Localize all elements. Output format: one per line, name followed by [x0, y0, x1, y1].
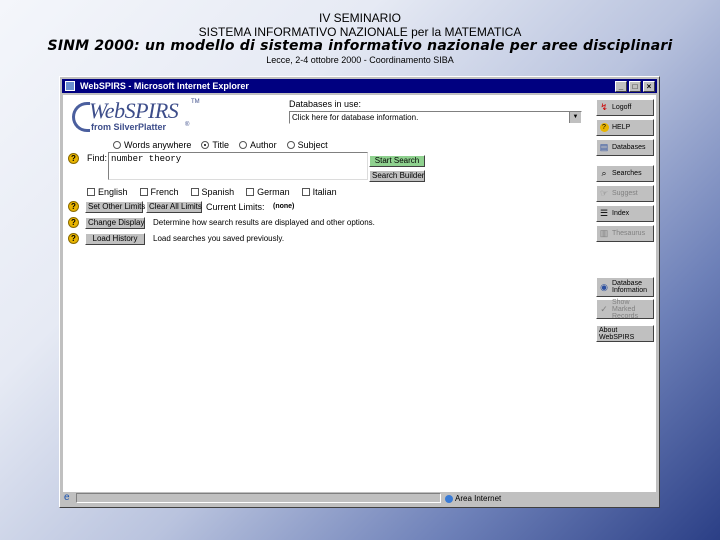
- maximize-button[interactable]: □: [629, 81, 641, 92]
- radio-author[interactable]: Author: [239, 140, 277, 150]
- close-button[interactable]: ×: [643, 81, 655, 92]
- language-limits: English French Spanish German Italian: [87, 187, 349, 197]
- radio-dot-icon[interactable]: [239, 141, 248, 149]
- sidebar-searches-button[interactable]: ⌕ Searches: [596, 165, 654, 182]
- find-label: Find:: [87, 153, 108, 163]
- radio-dot-icon[interactable]: [286, 141, 295, 149]
- help-question-icon[interactable]: ?: [68, 201, 79, 212]
- browser-window: WebSPIRS - Microsoft Internet Explorer _…: [59, 76, 660, 508]
- current-limits-label: Current Limits:: [206, 202, 265, 212]
- sidebar-show-marked-records-button[interactable]: ✓ Show Marked Records: [596, 299, 654, 320]
- status-bar: e Area Internet: [62, 492, 657, 505]
- clear-all-limits-button[interactable]: Clear All Limits: [146, 201, 202, 213]
- lang-english[interactable]: English: [87, 187, 128, 197]
- search-input[interactable]: number theory: [108, 152, 368, 180]
- logo-tm: TM: [191, 99, 200, 105]
- checkbox-icon[interactable]: [246, 188, 255, 196]
- logo-main-text: WebSPIRS: [89, 98, 179, 123]
- lang-german[interactable]: German: [246, 187, 290, 197]
- load-history-description: Load searches you saved previously.: [153, 234, 285, 243]
- slide-line-1: IV SEMINARIO: [318, 11, 401, 25]
- search-field-options: Words anywhere Title Author Subject: [113, 140, 338, 150]
- checkbox-icon[interactable]: [87, 188, 95, 196]
- help-question-icon[interactable]: ?: [68, 233, 79, 244]
- radio-dot-icon[interactable]: [201, 141, 210, 149]
- sidebar-help-button[interactable]: ? HELP: [596, 119, 654, 136]
- chevron-down-icon[interactable]: ▼: [569, 112, 581, 123]
- radio-words-anywhere[interactable]: Words anywhere: [113, 140, 191, 150]
- start-search-button[interactable]: Start Search: [369, 155, 425, 167]
- page-content: WebSPIRS TM from SilverPlatter ® Databas…: [63, 95, 656, 494]
- webspirs-logo: WebSPIRS TM from SilverPlatter ®: [69, 98, 209, 138]
- databases-selected-value: Click here for database information.: [292, 113, 419, 122]
- databases-icon: ▤: [599, 142, 609, 152]
- radio-dot-icon[interactable]: [113, 141, 121, 149]
- radio-title[interactable]: Title: [201, 140, 229, 150]
- checkbox-icon[interactable]: [190, 188, 199, 196]
- slide-title: SINM 2000: un modello di sistema informa…: [47, 38, 673, 54]
- lang-italian[interactable]: Italian: [301, 187, 337, 197]
- lang-french[interactable]: French: [139, 187, 179, 197]
- globe-icon: [445, 494, 453, 503]
- sidebar-databases-button[interactable]: ▤ Databases: [596, 139, 654, 156]
- status-pane: [76, 493, 441, 503]
- checkbox-icon[interactable]: [301, 188, 310, 196]
- logoff-icon: ↯: [600, 102, 608, 112]
- thesaurus-icon: ▥: [599, 228, 609, 238]
- browser-app-icon: [65, 81, 75, 91]
- current-limits-value: (none): [273, 203, 295, 210]
- search-builder-button[interactable]: Search Builder: [369, 170, 425, 182]
- suggest-icon: ☞: [599, 188, 609, 198]
- sidebar-about-button[interactable]: About WebSPIRS: [596, 325, 654, 342]
- help-question-icon[interactable]: ?: [68, 217, 79, 228]
- logo-sub-text: from SilverPlatter: [91, 122, 167, 132]
- load-history-button[interactable]: Load History: [85, 233, 145, 245]
- ie-page-icon: e: [64, 492, 70, 503]
- window-titlebar[interactable]: WebSPIRS - Microsoft Internet Explorer _…: [62, 79, 657, 93]
- window-title: WebSPIRS - Microsoft Internet Explorer: [80, 81, 249, 91]
- logo-swirl-icon: [72, 102, 90, 132]
- sidebar-index-button[interactable]: ☰ Index: [596, 205, 654, 222]
- sidebar-thesaurus-button[interactable]: ▥ Thesaurus: [596, 225, 654, 242]
- set-other-limits-button[interactable]: Set Other Limits: [85, 201, 145, 213]
- lang-spanish[interactable]: Spanish: [190, 187, 234, 197]
- checkbox-icon[interactable]: [139, 188, 148, 196]
- index-icon: ☰: [599, 208, 609, 218]
- minimize-button[interactable]: _: [615, 81, 627, 92]
- sidebar-suggest-button[interactable]: ☞ Suggest: [596, 185, 654, 202]
- change-display-button[interactable]: Change Display: [85, 217, 145, 229]
- sidebar-database-information-button[interactable]: ◉ Database Information: [596, 277, 654, 297]
- database-information-icon: ◉: [600, 281, 608, 292]
- help-icon: ?: [599, 123, 609, 133]
- help-question-icon[interactable]: ?: [68, 153, 79, 164]
- sidebar-logoff-button[interactable]: ↯ Logoff: [596, 99, 654, 116]
- radio-subject[interactable]: Subject: [286, 140, 328, 150]
- marked-records-icon: ✓: [600, 303, 608, 314]
- searches-icon: ⌕: [601, 168, 607, 178]
- status-zone: Area Internet: [445, 493, 501, 504]
- logo-reg: ®: [185, 122, 190, 128]
- slide-subtitle: Lecce, 2-4 ottobre 2000 - Coordinamento …: [266, 55, 454, 65]
- slide-line-2: SISTEMA INFORMATIVO NAZIONALE per la MAT…: [198, 25, 522, 39]
- change-display-description: Determine how search results are display…: [153, 218, 375, 227]
- databases-label: Databases in use:: [289, 99, 362, 109]
- databases-select[interactable]: Click here for database information. ▼: [289, 111, 582, 124]
